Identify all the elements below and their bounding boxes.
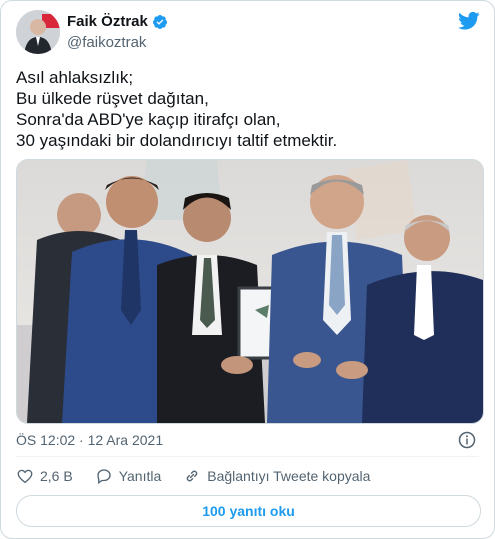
heart-icon [17,469,33,484]
tweet-line: Bu ülkede rüşvet dağıtan, [16,89,209,108]
author-display-name[interactable]: Faik Öztrak [67,13,148,30]
tweet-card: Faik Öztrak @faikoztrak Asıl ahlaksızlık… [0,0,495,539]
read-replies-button[interactable]: 100 yanıtı oku [16,495,481,527]
link-icon [187,470,198,482]
tweet-actions: 2,6 B Yanıtla Bağlantıyı Tweete kopyala [16,467,392,485]
timestamp-separator: · [79,432,84,448]
tweet-line: Asıl ahlaksızlık; [16,68,134,87]
reply-button[interactable]: Yanıtla [95,467,162,485]
author-handle[interactable]: @faikoztrak [67,34,146,51]
avatar-photo [16,10,60,54]
copy-link-label: Bağlantıyı Tweete kopyala [207,468,371,484]
tweet-text: Asıl ahlaksızlık; Bu ülkede rüşvet dağıt… [16,67,481,151]
author-name-row: Faik Öztrak [67,13,168,30]
twitter-logo-icon[interactable] [458,11,480,31]
tweet-date: 12 Ara 2021 [87,432,164,448]
author-avatar[interactable] [16,10,60,54]
reply-label: Yanıtla [118,468,162,484]
like-button[interactable]: 2,6 B [16,467,73,485]
divider [16,456,479,457]
like-count: 2,6 B [40,468,73,484]
tweet-time: ÖS 12:02 [16,432,76,448]
award-ceremony-photo [17,160,483,423]
tweet-photo[interactable] [16,159,484,424]
info-icon[interactable] [458,431,476,449]
tweet-line: Sonra'da ABD'ye kaçıp itirafçı olan, [16,110,281,129]
tweet-timestamp[interactable]: ÖS 12:02 · 12 Ara 2021 [16,432,163,448]
reply-icon [97,469,111,485]
copy-link-button[interactable]: Bağlantıyı Tweete kopyala [183,467,370,485]
verified-badge-icon [152,14,167,29]
tweet-line: 30 yaşındaki bir dolandırıcıyı taltif et… [16,131,338,150]
